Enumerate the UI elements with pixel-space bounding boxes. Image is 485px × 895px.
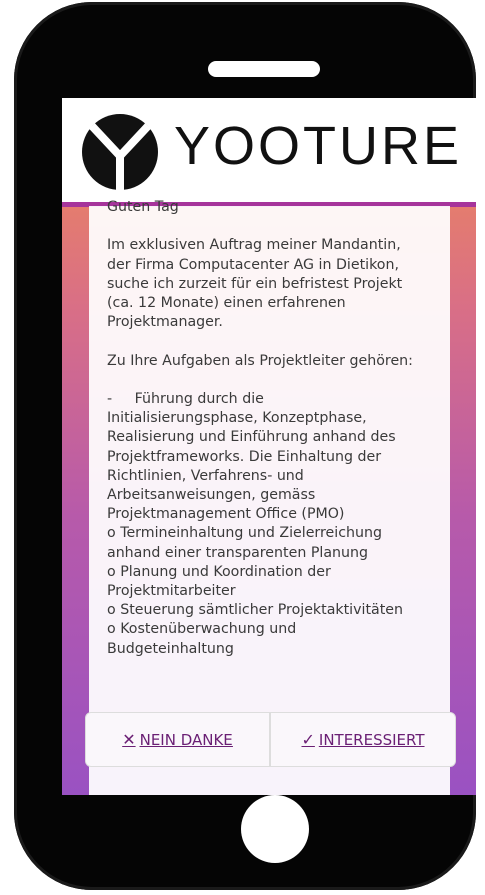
logo-header: YOOTURE <box>62 98 476 207</box>
phone-frame: YOOTURE Guten Tag Im exklusiven Auftrag … <box>14 2 476 890</box>
interested-label: INTERESSIERT <box>318 730 425 749</box>
decline-button[interactable]: ✕ NEIN DANKE <box>85 712 270 767</box>
tasks-list: - Führung durch die Initialisierungsphas… <box>107 391 404 657</box>
app-screen: YOOTURE Guten Tag Im exklusiven Auftrag … <box>62 98 476 795</box>
tasks-heading: Zu Ihre Aufgaben als Projektleiter gehör… <box>107 352 413 369</box>
job-description-card[interactable]: Guten Tag Im exklusiven Auftrag meiner M… <box>89 199 450 795</box>
app-logo-text: YOOTURE <box>174 116 463 176</box>
check-icon: ✓ <box>301 730 315 749</box>
greeting-text: Guten Tag <box>107 199 179 215</box>
decline-label: NEIN DANKE <box>139 730 233 749</box>
home-button[interactable] <box>241 795 309 863</box>
close-icon: ✕ <box>122 730 136 749</box>
job-description-text: Guten Tag Im exklusiven Auftrag meiner M… <box>107 198 447 659</box>
phone-speaker <box>208 61 320 77</box>
interested-button[interactable]: ✓ INTERESSIERT <box>270 712 456 767</box>
yooture-logo-icon <box>82 114 158 192</box>
action-bar: ✕ NEIN DANKE ✓ INTERESSIERT <box>85 712 456 767</box>
intro-paragraph: Im exklusiven Auftrag meiner Mandantin, … <box>107 237 403 331</box>
